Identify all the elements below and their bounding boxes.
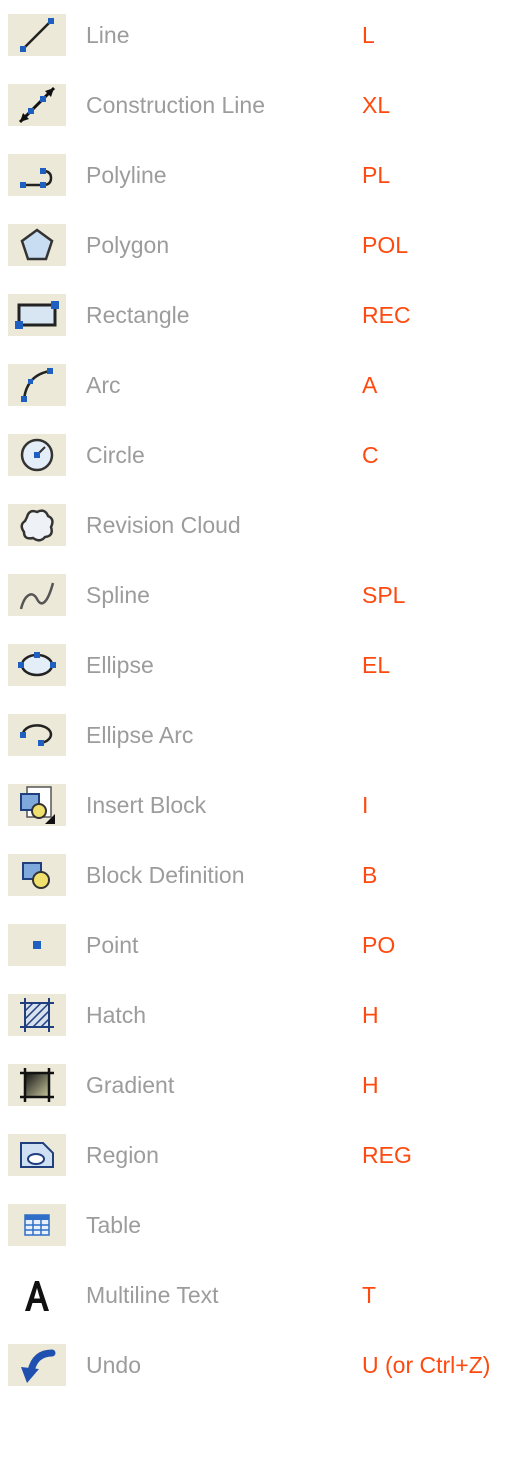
revision-cloud-icon — [8, 504, 66, 546]
list-item: Ellipse Arc — [0, 700, 529, 770]
command-shortcut: XL — [362, 92, 391, 118]
list-item: Insert Block I — [0, 770, 529, 840]
list-item: Polygon POL — [0, 210, 529, 280]
command-name: Hatch — [86, 1002, 147, 1028]
command-shortcut: REG — [362, 1142, 412, 1168]
ellipse-arc-icon — [8, 714, 66, 756]
command-shortcut: H — [362, 1002, 379, 1028]
gradient-icon — [8, 1064, 66, 1106]
list-item: Rectangle REC — [0, 280, 529, 350]
command-name: Ellipse — [86, 652, 154, 678]
polygon-icon — [8, 224, 66, 266]
region-icon — [8, 1134, 66, 1176]
command-name: Undo — [86, 1352, 141, 1378]
list-item: Polyline PL — [0, 140, 529, 210]
list-item: Hatch H — [0, 980, 529, 1050]
command-shortcut: A — [362, 372, 378, 398]
list-item: Point PO — [0, 910, 529, 980]
command-name: Construction Line — [86, 92, 265, 118]
command-name: Circle — [86, 442, 145, 468]
list-item: Circle C — [0, 420, 529, 490]
command-shortcut: U (or Ctrl+Z) — [362, 1352, 491, 1378]
list-item: Block Definition B — [0, 840, 529, 910]
list-item: Region REG — [0, 1120, 529, 1190]
circle-icon — [8, 434, 66, 476]
command-shortcut: REC — [362, 302, 411, 328]
list-item: Multiline Text T — [0, 1260, 529, 1330]
command-name: Insert Block — [86, 792, 207, 818]
command-shortcut: H — [362, 1072, 379, 1098]
ellipse-icon — [8, 644, 66, 686]
block-definition-icon — [8, 854, 66, 896]
list-item: Construction Line XL — [0, 70, 529, 140]
command-name: Ellipse Arc — [86, 722, 194, 748]
point-icon — [8, 924, 66, 966]
insert-block-icon — [8, 784, 66, 826]
command-name: Arc — [86, 372, 121, 398]
command-name: Point — [86, 932, 139, 958]
multiline-text-icon — [8, 1274, 66, 1316]
command-shortcut: PL — [362, 162, 391, 188]
command-name: Table — [86, 1212, 141, 1238]
rectangle-icon — [8, 294, 66, 336]
command-name: Polygon — [86, 232, 170, 258]
command-shortcut: T — [362, 1282, 377, 1308]
line-icon — [8, 14, 66, 56]
command-shortcut: SPL — [362, 582, 406, 608]
command-name: Region — [86, 1142, 159, 1168]
command-shortcut: I — [362, 792, 369, 818]
table-icon — [8, 1204, 66, 1246]
polyline-icon — [8, 154, 66, 196]
command-name: Revision Cloud — [86, 512, 241, 538]
command-name: Polyline — [86, 162, 167, 188]
list-item: Spline SPL — [0, 560, 529, 630]
list-item: Gradient H — [0, 1050, 529, 1120]
command-shortcut: PO — [362, 932, 396, 958]
list-item: Undo U (or Ctrl+Z) — [0, 1330, 529, 1400]
command-shortcut: B — [362, 862, 378, 888]
list-item: Table — [0, 1190, 529, 1260]
arc-icon — [8, 364, 66, 406]
hatch-icon — [8, 994, 66, 1036]
command-name: Rectangle — [86, 302, 190, 328]
list-item: Arc A — [0, 350, 529, 420]
command-shortcut: EL — [362, 652, 391, 678]
construction-line-icon — [8, 84, 66, 126]
command-shortcut: L — [362, 22, 375, 48]
command-name: Block Definition — [86, 862, 245, 888]
command-name: Line — [86, 22, 130, 48]
command-name: Spline — [86, 582, 150, 608]
spline-icon — [8, 574, 66, 616]
undo-icon — [8, 1344, 66, 1386]
command-shortcut: C — [362, 442, 379, 468]
list-item: Ellipse EL — [0, 630, 529, 700]
list-item: Revision Cloud — [0, 490, 529, 560]
command-name: Gradient — [86, 1072, 175, 1098]
command-name: Multiline Text — [86, 1282, 219, 1308]
command-shortcut: POL — [362, 232, 409, 258]
list-item: Line L — [0, 0, 529, 70]
